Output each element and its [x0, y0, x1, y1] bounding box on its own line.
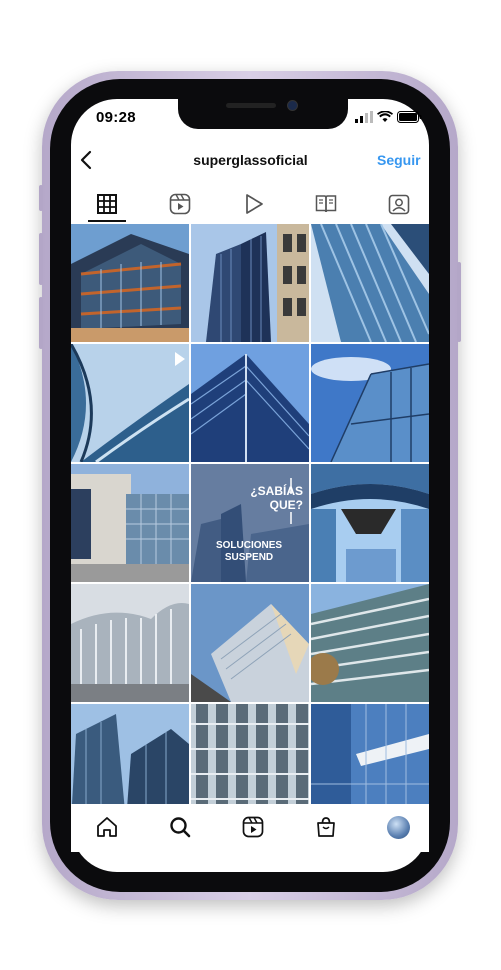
- post-thumbnail[interactable]: [71, 464, 189, 582]
- post-thumbnail[interactable]: [71, 224, 189, 342]
- battery-icon: [397, 111, 422, 123]
- post-thumbnail[interactable]: [311, 344, 429, 462]
- grid-icon: [97, 194, 117, 214]
- home-icon: [97, 817, 117, 837]
- signal-icon: [355, 111, 373, 123]
- volume-down-button: [39, 297, 43, 349]
- wifi-icon: [377, 111, 393, 122]
- profile-username: superglassoficial: [193, 152, 308, 168]
- post-thumbnail[interactable]: [71, 704, 189, 804]
- post-overlay-question: ¿SABÍAS QUE?: [250, 484, 303, 512]
- search-icon: [170, 817, 191, 838]
- shop-icon: [317, 817, 335, 837]
- power-button: [457, 262, 461, 342]
- post-thumbnail[interactable]: ¿SABÍAS QUE? SOLUCIONES SUSPEND: [191, 464, 309, 582]
- nav-search[interactable]: [166, 813, 194, 841]
- mute-switch: [39, 185, 43, 211]
- nav-profile-avatar[interactable]: [387, 816, 410, 839]
- post-thumbnail[interactable]: [311, 704, 429, 804]
- tab-guides[interactable]: [307, 188, 345, 220]
- follow-button[interactable]: Seguir: [377, 152, 421, 168]
- reels-icon: [169, 193, 191, 215]
- tagged-person-icon: [388, 194, 410, 215]
- tab-videos[interactable]: [235, 188, 273, 220]
- post-thumbnail[interactable]: [191, 344, 309, 462]
- front-camera: [287, 100, 298, 111]
- earpiece-speaker: [226, 103, 276, 108]
- post-thumbnail[interactable]: [311, 464, 429, 582]
- tab-tagged[interactable]: [380, 188, 418, 220]
- nav-home[interactable]: [93, 813, 121, 841]
- tab-reels[interactable]: [161, 188, 199, 220]
- volume-up-button: [39, 233, 43, 285]
- post-thumbnail[interactable]: [311, 584, 429, 702]
- post-thumbnail[interactable]: [311, 224, 429, 342]
- post-thumbnail[interactable]: [71, 584, 189, 702]
- post-thumbnail[interactable]: [191, 704, 309, 804]
- post-thumbnail[interactable]: [191, 224, 309, 342]
- nav-reels[interactable]: [239, 813, 267, 841]
- nav-shop[interactable]: [312, 813, 340, 841]
- post-thumbnail[interactable]: [191, 584, 309, 702]
- status-time: 09:28: [96, 109, 136, 126]
- post-overlay-title: SOLUCIONES SUSPEND: [215, 540, 283, 563]
- guide-book-icon: [315, 195, 337, 213]
- post-thumbnail[interactable]: [71, 344, 189, 462]
- posts-grid: ¿SABÍAS QUE? SOLUCIONES SUSPEND: [71, 224, 429, 804]
- active-tab-indicator: [88, 220, 126, 222]
- profile-tabs: [71, 188, 429, 224]
- play-icon: [246, 194, 263, 214]
- tab-grid[interactable]: [88, 188, 126, 220]
- reels-icon: [242, 816, 264, 838]
